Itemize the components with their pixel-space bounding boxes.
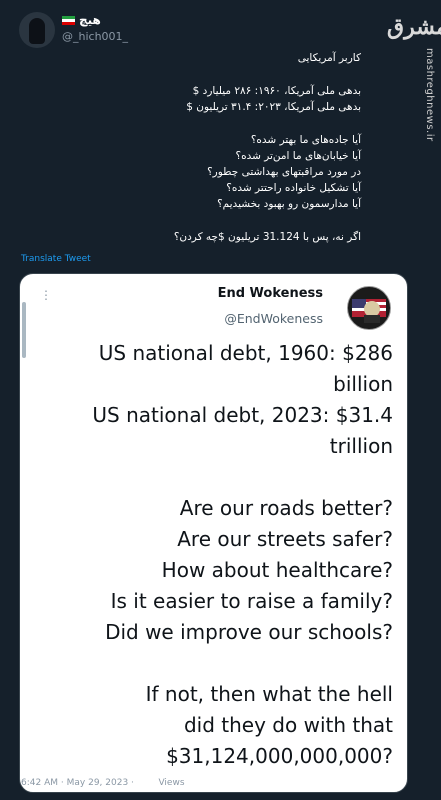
quoted-line: US national debt, 2023: $31.4	[92, 403, 393, 427]
tweet-line: در مورد مراقبتهای بهداشتی چطور؟	[207, 166, 361, 178]
quoted-tweet-text: US national debt, 1960: $286 billion US na…	[33, 338, 393, 772]
quoted-line: How about healthcare?	[161, 558, 393, 582]
mashregh-logo: مشرق	[387, 14, 441, 40]
quoted-handle[interactable]: @EndWokeness	[224, 311, 323, 326]
tweet-line: آیا خیابان‌های ما امن‌تر شده؟	[235, 150, 362, 162]
author-name-row[interactable]: هیچ	[62, 13, 101, 27]
quoted-line: did they do with that	[183, 713, 393, 737]
tweet-line: کاربر آمریکایی	[297, 52, 361, 64]
footer-separator: ·	[60, 778, 64, 788]
quoted-display-name[interactable]: End Wokeness	[218, 286, 323, 301]
quoted-line: billion	[333, 372, 393, 396]
author-handle[interactable]: @_hich001_	[62, 30, 128, 43]
tweet-footer: 6:42 AM · May 29, 2023 · 602 Views	[21, 778, 185, 788]
tweet-date[interactable]: May 29, 2023	[67, 778, 129, 788]
quoted-line: $31,124,000,000,000?	[166, 744, 393, 768]
quoted-line: trillion	[329, 434, 393, 458]
more-options-icon[interactable]: ⋮	[40, 288, 53, 302]
scrollbar[interactable]	[22, 302, 26, 358]
views-label: Views	[158, 778, 185, 788]
tweet-line: آیا مدارسمون رو بهبود بخشیدیم؟	[217, 198, 361, 210]
quoted-line: If not, then what the hell	[145, 682, 393, 706]
quoted-line: US national debt, 1960: $286	[98, 341, 393, 365]
site-watermark: mashreghnews.ir	[424, 48, 435, 142]
tweet-time[interactable]: 6:42 AM	[21, 778, 58, 788]
tweet-text: کاربر آمریکایی بدهی ملی آمریکا، ۱۹۶۰: ۲۸۶…	[41, 50, 361, 245]
quoted-tweet-card[interactable]: ⋮ End Wokeness @EndWokeness US national …	[19, 273, 408, 793]
footer-separator-2: ·	[131, 778, 134, 788]
quoted-line: Is it easier to raise a family?	[110, 589, 393, 613]
iran-flag-icon	[62, 15, 75, 25]
tweet-line: اگر نه، پس با 31.124 تریلیون $چه کردن؟	[173, 231, 361, 243]
views-count[interactable]: 602	[137, 778, 156, 788]
quoted-line: Did we improve our schools?	[105, 620, 393, 644]
quoted-avatar[interactable]	[347, 286, 391, 330]
author-display-name[interactable]: هیچ	[79, 13, 101, 27]
tweet-line: بدهی ملی آمریکا، ۲۰۲۳: ۳۱.۴ تریلیون $	[186, 101, 361, 113]
tweet-line: آیا تشکیل خانواده راحتتر شده؟	[226, 182, 361, 194]
tweet-line: بدهی ملی آمریکا، ۱۹۶۰: ۲۸۶ میلیارد $	[192, 85, 361, 97]
quoted-line: Are our roads better?	[179, 496, 393, 520]
translate-tweet-link[interactable]: Translate Tweet	[21, 254, 91, 264]
author-avatar[interactable]	[19, 12, 55, 48]
tweet-line: آیا جاده‌های ما بهتر شده؟	[250, 134, 361, 146]
quoted-line: Are our streets safer?	[177, 527, 393, 551]
tweet-header: هیچ @_hich001_	[0, 0, 441, 55]
